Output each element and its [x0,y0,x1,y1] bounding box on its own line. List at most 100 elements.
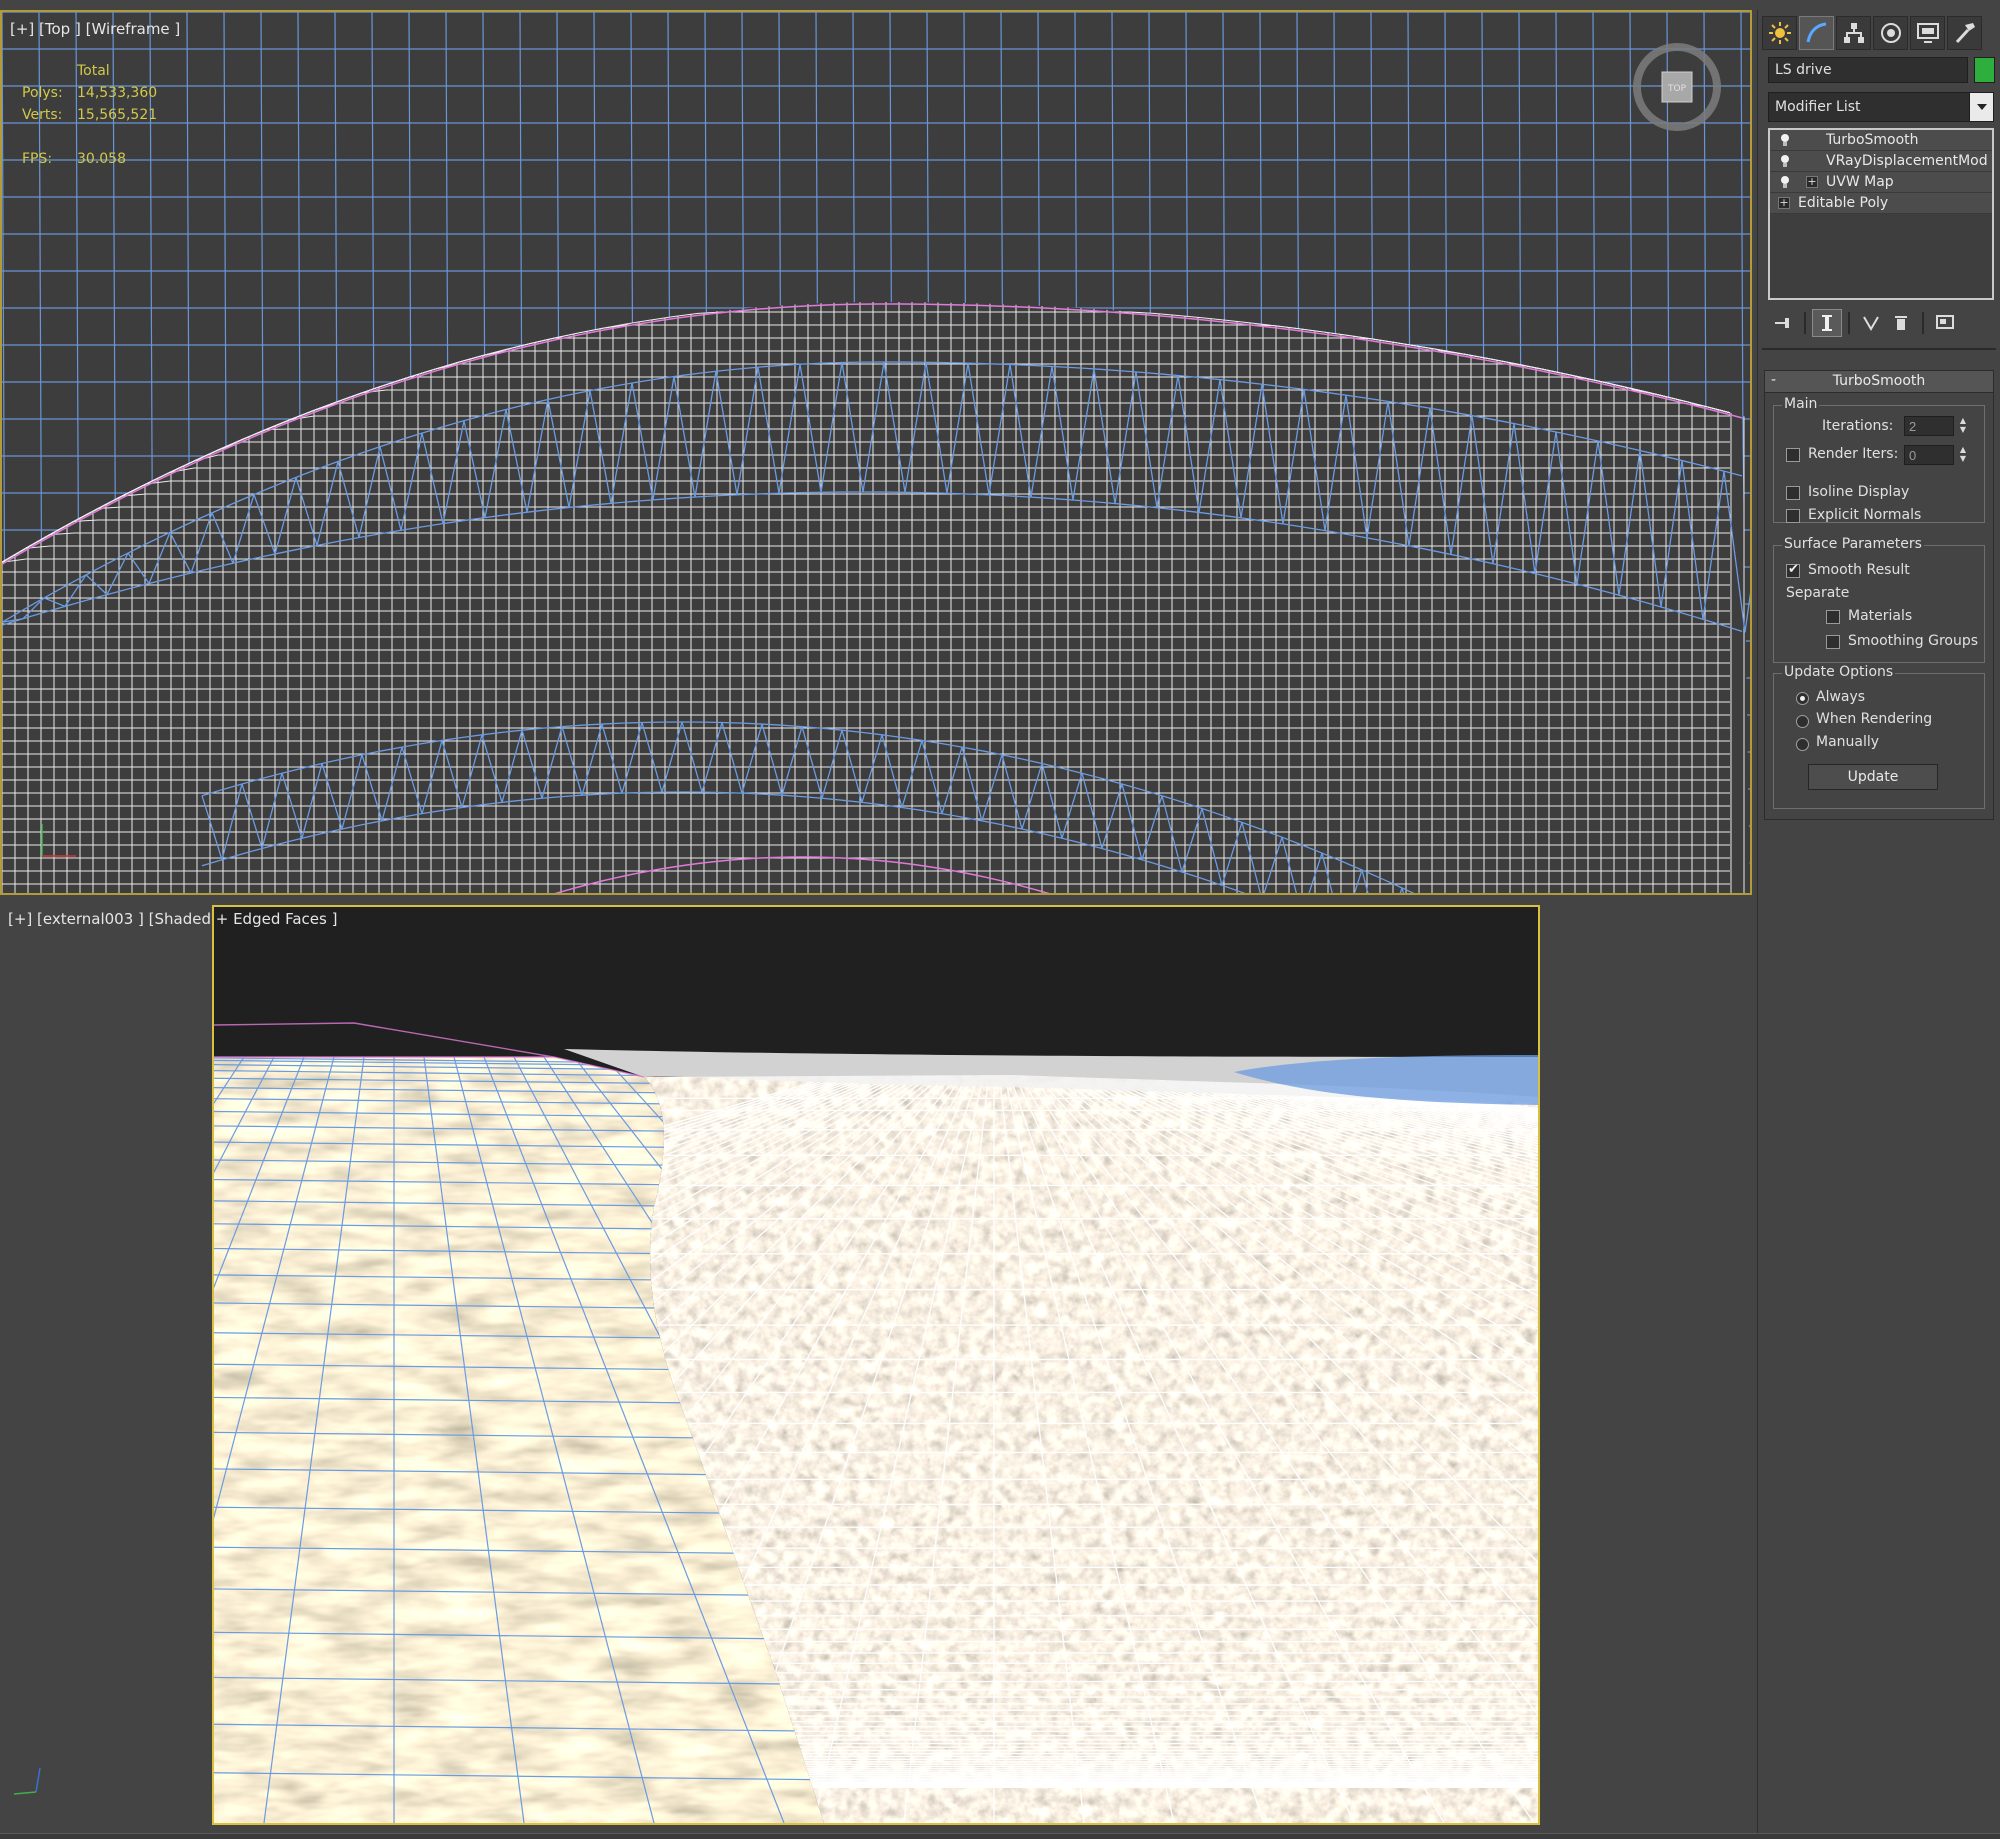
stack-item-label: Editable Poly [1798,195,1889,211]
tab-utilities[interactable] [1947,16,1982,50]
remove-modifier-button[interactable] [1886,309,1916,337]
iterations-field[interactable] [1904,416,1954,436]
update-options-group: Update Options Always When Rendering Man… [1773,664,1985,809]
bottom-strip [0,1833,2000,1839]
3ds-max-window: [+] [Top ] [Wireframe ] Total Polys: 14,5… [0,0,2000,1839]
smooth-result-checkbox[interactable] [1786,562,1800,578]
camera-axis-tripod-icon [13,1767,41,1795]
when-rendering-label: When Rendering [1816,711,1933,727]
modifier-list-label: Modifier List [1775,99,1861,115]
object-color-swatch[interactable] [1974,57,1995,83]
object-name-field[interactable] [1768,57,1968,83]
stack-item-turbosmooth[interactable]: TurboSmooth [1770,130,1992,151]
stack-item-vraydisplacementmod[interactable]: VRayDisplacementMod [1770,151,1992,172]
stats-polys-label: Polys: [22,85,63,101]
tab-motion[interactable] [1873,16,1908,50]
chevron-down-icon [1969,93,1993,121]
main-group: Main Iterations: ▲▼ Render Iters: ▲▼ Iso… [1773,396,1985,523]
configure-icon [1936,315,1954,329]
create-icon [1768,22,1791,44]
expand-plus-icon[interactable]: + [1778,197,1790,209]
smooth-result-label: Smooth Result [1808,562,1910,578]
surface-parameters-title: Surface Parameters [1782,536,1924,552]
safe-frame [212,905,1540,1825]
lightbulb-icon[interactable] [1778,175,1792,189]
render-iters-checkbox[interactable] [1786,448,1800,462]
top-wireframe-mesh [2,12,1750,893]
stack-item-label: TurboSmooth [1826,132,1919,148]
smoothing-groups-label: Smoothing Groups [1848,633,1979,649]
top-viewport[interactable]: [+] [Top ] [Wireframe ] Total Polys: 14,5… [0,10,1752,895]
rollout-header[interactable]: - TurboSmooth [1765,371,1993,393]
materials-label: Materials [1848,608,1913,624]
stats-fps-label: FPS: [22,151,53,167]
manually-radio[interactable] [1796,738,1809,751]
lightbulb-icon[interactable] [1778,133,1792,147]
display-icon [1916,23,1939,43]
render-iters-label: Render Iters: [1808,446,1899,462]
shaded-terrain-mesh [214,907,1538,1823]
motion-icon [1880,23,1901,43]
render-iters-field[interactable] [1904,445,1954,465]
iterations-label: Iterations: [1822,418,1894,434]
make-unique-button[interactable] [1856,309,1886,337]
stack-toolbar [1768,308,1994,338]
update-options-title: Update Options [1782,664,1896,680]
isoline-display-label: Isoline Display [1808,484,1910,500]
modifier-list-dropdown[interactable]: Modifier List [1768,92,1994,122]
stats-verts-value: 15,565,521 [77,107,158,123]
scene-statistics: Total Polys: 14,533,360 Verts: 15,565,521 … [22,60,157,170]
smoothing-groups-checkbox[interactable] [1826,635,1840,649]
materials-checkbox[interactable] [1826,610,1840,624]
modify-icon [1806,22,1826,43]
explicit-normals-label: Explicit Normals [1808,507,1922,523]
stack-item-label: VRayDisplacementMod [1826,153,1988,169]
tab-display[interactable] [1910,16,1945,50]
tab-hierarchy[interactable] [1836,16,1871,50]
render-iters-spinner-icon[interactable]: ▲ ▼ [1958,445,1968,465]
top-viewport-label[interactable]: [+] [Top ] [Wireframe ] [10,20,180,38]
axis-tripod-icon [41,824,76,857]
surface-parameters-group: Surface Parameters Smooth Result Separat… [1773,536,1985,663]
command-panel-tabs [1758,16,2000,52]
always-radio[interactable] [1796,692,1809,705]
configure-modifier-sets-button[interactable] [1930,309,1960,337]
viewcube-icon[interactable]: TOP [1630,40,1724,134]
tab-create[interactable] [1762,16,1797,50]
camera-viewport[interactable]: [+] [external003 ] [Shaded + Edged Faces… [0,900,1752,1833]
separate-label: Separate [1786,585,1850,601]
turbosmooth-rollout: - TurboSmooth Main Iterations: ▲▼ Render… [1764,370,1994,820]
when-rendering-radio[interactable] [1796,715,1809,728]
stats-total-label: Total [77,63,110,79]
update-button[interactable]: Update [1808,764,1938,790]
end-result-icon [1822,315,1832,331]
lightbulb-icon[interactable] [1778,154,1792,168]
hierarchy-icon [1843,23,1864,43]
isoline-display-checkbox[interactable] [1786,486,1800,500]
stack-item-editable-poly[interactable]: + Editable Poly [1770,193,1992,214]
camera-viewport-label[interactable]: [+] [external003 ] [Shaded + Edged Faces… [8,910,337,928]
stats-polys-value: 14,533,360 [77,85,158,101]
stats-verts-label: Verts: [22,107,63,123]
command-panel: Modifier List TurboSmooth VRayDisplaceme… [1757,10,2000,1833]
viewcube-label: TOP [1667,84,1687,94]
hammer-icon [1955,23,1975,44]
stack-item-uvw-map[interactable]: + UVW Map [1770,172,1992,193]
iterations-spinner-icon[interactable]: ▲ ▼ [1958,416,1968,436]
expand-plus-icon[interactable]: + [1806,176,1818,188]
explicit-normals-checkbox[interactable] [1786,509,1800,523]
modifier-stack: TurboSmooth VRayDisplacementMod + UVW Ma… [1768,128,1994,300]
stack-item-label: UVW Map [1826,174,1894,190]
show-end-result-button[interactable] [1812,309,1842,337]
make-unique-icon [1863,316,1879,331]
main-group-title: Main [1782,396,1820,412]
panel-divider [1762,348,1996,350]
pin-stack-button[interactable] [1768,309,1798,337]
manually-label: Manually [1816,734,1880,750]
trash-icon [1895,316,1907,330]
pin-icon [1775,318,1789,328]
rollout-title: TurboSmooth [1832,373,1926,389]
tab-modify[interactable] [1799,16,1834,50]
stats-fps-value: 30.058 [77,151,126,167]
always-label: Always [1816,689,1866,705]
